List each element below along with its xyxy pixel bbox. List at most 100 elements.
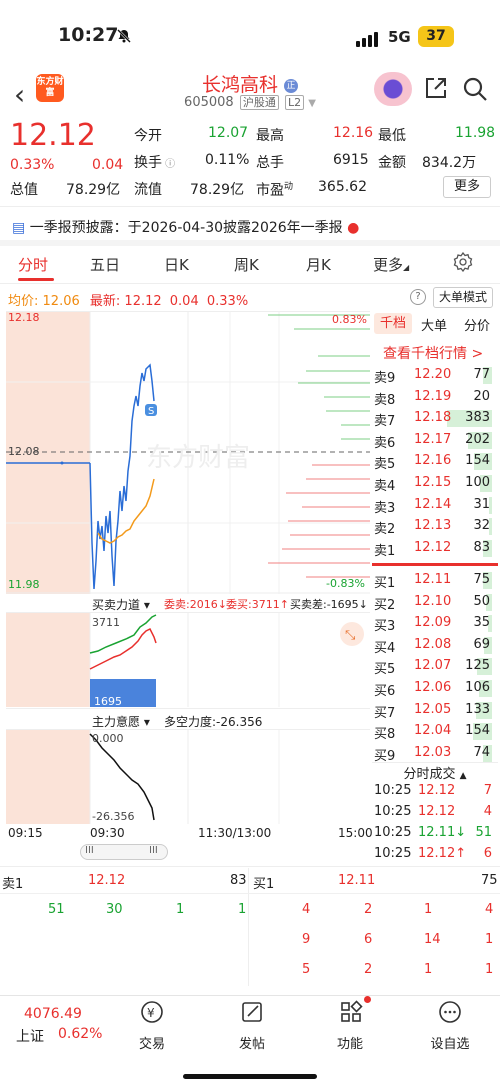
tab-five-day[interactable]: 五日 bbox=[90, 254, 120, 275]
bid-queue-item: 1 bbox=[424, 962, 433, 977]
announcement-text: 一季报预披露：于2026-04-30披露2026年一季报 bbox=[29, 220, 343, 236]
stock-badge: 正 bbox=[284, 78, 299, 93]
level-volume: 32 bbox=[473, 518, 490, 534]
level-label: 卖9 bbox=[374, 371, 396, 386]
level-price: 12.10 bbox=[414, 593, 452, 609]
more-button[interactable]: 更多 bbox=[443, 176, 491, 198]
intraday-summary: 均价: 12.06 最新: 12.12 0.04 0.33% bbox=[8, 290, 248, 309]
ask-level-row[interactable]: 卖6 12.17 202 bbox=[372, 430, 498, 451]
bid-level-row[interactable]: 买8 12.04 154 bbox=[372, 721, 498, 742]
ask-level-row[interactable]: 卖1 12.12 83 bbox=[372, 538, 498, 559]
ask-level-row[interactable]: 卖4 12.15 100 bbox=[372, 473, 498, 494]
trade-row: 10:25 12.12 4 bbox=[372, 802, 498, 823]
level-label: 卖3 bbox=[374, 500, 396, 516]
home-indicator bbox=[183, 1074, 317, 1079]
ask-level-row[interactable]: 卖5 12.16 154 bbox=[372, 451, 498, 472]
float-label: 流值 bbox=[134, 182, 162, 198]
level-label: 卖7 bbox=[374, 414, 396, 430]
chevron-down-icon[interactable]: ▼ bbox=[308, 98, 316, 109]
slider-handle-right[interactable]: III bbox=[149, 845, 158, 856]
avg-price-line bbox=[97, 478, 155, 544]
help-icon[interactable]: ? bbox=[410, 289, 426, 305]
bid-level-row[interactable]: 买5 12.07 125 bbox=[372, 656, 498, 677]
turnover-label: 换手 ⓘ bbox=[134, 155, 176, 171]
intent-bottom: -26.356 bbox=[92, 810, 134, 823]
trade-row: 10:25 12.12↑ 6 bbox=[372, 844, 498, 865]
function-icon[interactable] bbox=[339, 1000, 363, 1024]
tab-more[interactable]: 更多◢ bbox=[373, 254, 409, 275]
trade-time: 10:25 bbox=[374, 804, 412, 819]
slider-handle-left[interactable]: III bbox=[85, 845, 94, 856]
search-icon[interactable] bbox=[462, 76, 488, 102]
level-label: 卖2 bbox=[374, 522, 396, 538]
nav-trade[interactable]: 交易 bbox=[122, 1033, 182, 1052]
ask-level-row[interactable]: 卖7 12.18 383 bbox=[372, 408, 498, 429]
bid-queue-item: 5 bbox=[302, 962, 311, 977]
bottom-ask-label: 卖1 bbox=[2, 877, 24, 892]
level-volume: 106 bbox=[465, 680, 490, 695]
notification-dot bbox=[364, 996, 371, 1003]
bell-off-icon bbox=[117, 29, 131, 43]
trade-price: 12.12↑ bbox=[418, 846, 467, 861]
trades-title[interactable]: 分时成交 ▲ bbox=[372, 763, 498, 782]
bottom-bid-price: 12.11 bbox=[338, 873, 376, 888]
index-pct[interactable]: 0.62% bbox=[58, 1026, 102, 1042]
level-price: 12.07 bbox=[414, 658, 452, 674]
intent-header[interactable]: 主力意愿 ▾ 多空力度:-26.356 bbox=[6, 708, 370, 730]
level-label: 买2 bbox=[374, 597, 396, 613]
bid-level-row[interactable]: 买9 12.03 74 bbox=[372, 743, 498, 764]
bid-level-row[interactable]: 买2 12.10 50 bbox=[372, 592, 498, 613]
tab-intraday[interactable]: 分时 bbox=[18, 254, 48, 275]
price-line bbox=[89, 363, 155, 590]
gear-icon[interactable] bbox=[453, 252, 473, 272]
nav-post[interactable]: 发帖 bbox=[222, 1033, 282, 1052]
tab-orderbook-big[interactable]: 大单 bbox=[421, 315, 447, 334]
level-price: 12.17 bbox=[414, 431, 452, 447]
bid-level-row[interactable]: 买4 12.08 69 bbox=[372, 635, 498, 656]
more-dots-icon[interactable] bbox=[438, 1000, 462, 1024]
last-price: 12.12 bbox=[10, 118, 96, 153]
ask-level-row[interactable]: 卖8 12.19 20 bbox=[372, 387, 498, 408]
ask-level-row[interactable]: 卖9 12.20 77 bbox=[372, 365, 498, 386]
intraday-chart[interactable]: 东方财富 S 12.18 12.08 11.98 0.83% -0.83% bbox=[6, 311, 370, 594]
divider bbox=[0, 866, 500, 867]
bid-level-row[interactable]: 买1 12.11 75 bbox=[372, 570, 498, 591]
power-header[interactable]: 买卖力道 ▾ 委卖:2016↓ 委买:3711↑ 买卖差:-1695↓ bbox=[6, 593, 370, 613]
bid-level-row[interactable]: 买7 12.05 133 bbox=[372, 700, 498, 721]
big-order-mode-button[interactable]: 大单模式 bbox=[433, 287, 493, 308]
level-volume: 75 bbox=[473, 572, 490, 587]
level-volume: 383 bbox=[465, 410, 490, 426]
index-value[interactable]: 4076.49 bbox=[24, 1006, 82, 1022]
level-volume: 77 bbox=[473, 367, 490, 382]
watermark: 东方财富 bbox=[146, 443, 250, 473]
trade-flag-label: S bbox=[148, 406, 154, 417]
ask-level-row[interactable]: 卖2 12.13 32 bbox=[372, 516, 498, 537]
nav-add-watchlist[interactable]: 设自选 bbox=[420, 1033, 480, 1052]
bid-level-row[interactable]: 买3 12.09 35 bbox=[372, 613, 498, 634]
share-icon[interactable] bbox=[424, 76, 448, 100]
level-price: 12.15 bbox=[414, 475, 452, 490]
tab-orderbook-price[interactable]: 分价 bbox=[464, 315, 490, 334]
trade-icon[interactable]: ¥ bbox=[140, 1000, 164, 1024]
last-change: 0.04 bbox=[169, 294, 199, 309]
level-price: 12.05 bbox=[414, 701, 452, 717]
stock-code: 605008 bbox=[184, 95, 234, 110]
announcement-banner[interactable]: ▤ 一季报预披露：于2026-04-30披露2026年一季报 ● bbox=[12, 217, 359, 237]
intent-top: 0.000 bbox=[92, 732, 124, 745]
tab-weekly-k[interactable]: 周K bbox=[234, 254, 259, 275]
trade-row: 10:25 12.12 7 bbox=[372, 781, 498, 802]
bid-level-row[interactable]: 买6 12.06 106 bbox=[372, 678, 498, 699]
ask-level-row[interactable]: 卖3 12.14 31 bbox=[372, 495, 498, 516]
post-icon[interactable] bbox=[240, 1000, 264, 1024]
ask-queue-item: 1 bbox=[238, 902, 247, 917]
nav-function[interactable]: 功能 bbox=[320, 1033, 380, 1052]
divider bbox=[0, 206, 500, 207]
index-name[interactable]: 上证 bbox=[16, 1026, 44, 1046]
tab-orderbook-full[interactable]: 千档 bbox=[374, 313, 412, 334]
avatar[interactable] bbox=[374, 72, 412, 106]
tab-monthly-k[interactable]: 月K bbox=[306, 254, 331, 275]
time-range-slider[interactable]: III III bbox=[80, 844, 168, 860]
tab-daily-k[interactable]: 日K bbox=[164, 254, 189, 275]
view-full-depth-link[interactable]: 查看千档行情 > bbox=[383, 343, 483, 363]
level-price: 12.13 bbox=[414, 518, 452, 534]
